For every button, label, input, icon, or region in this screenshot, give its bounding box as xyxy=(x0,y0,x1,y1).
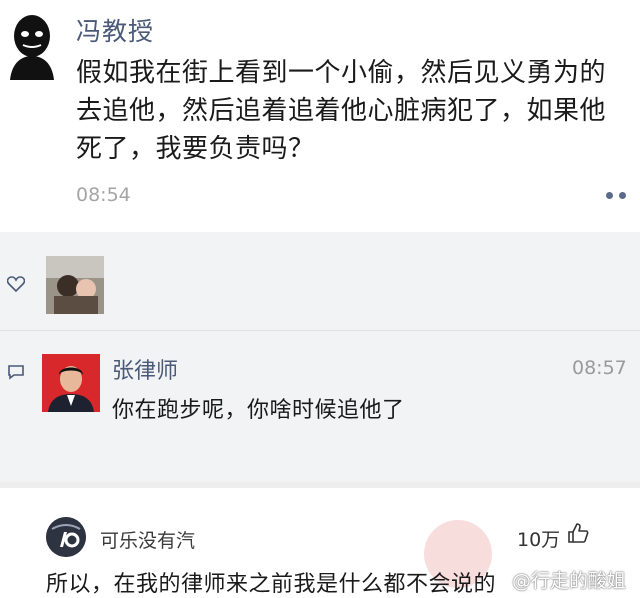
watermark: @行走的酸姐 xyxy=(512,570,627,592)
thumbs-up-icon[interactable] xyxy=(566,521,590,545)
comment-icon xyxy=(8,365,24,380)
heart-icon xyxy=(7,276,25,292)
reply-text: 所以，在我的律师来之前我是什么都不会说的 xyxy=(46,572,497,597)
like-count: 10万 xyxy=(517,529,561,551)
post-content: 假如我在街上看到一个小偷，然后见义勇为的去追他，然后追着追着他心脏病犯了，如果他… xyxy=(76,58,607,164)
comment-text: 你在跑步呢，你啥时候追他了 xyxy=(112,398,405,423)
commenter-name[interactable]: 张律师 xyxy=(112,353,178,385)
commenter-avatar[interactable] xyxy=(42,354,100,412)
section-separator xyxy=(0,482,640,488)
post-author-name[interactable]: 冯教授 xyxy=(76,12,154,48)
liker-avatar[interactable] xyxy=(46,256,104,314)
post-time: 08:54 xyxy=(76,184,131,206)
user-avatar[interactable] xyxy=(46,517,86,557)
divider xyxy=(0,330,640,331)
author-avatar[interactable] xyxy=(6,12,58,80)
reply-username[interactable]: 可乐没有汽 xyxy=(100,526,195,553)
ellipsis-icon[interactable] xyxy=(606,192,632,200)
comment-time: 08:57 xyxy=(572,357,627,379)
